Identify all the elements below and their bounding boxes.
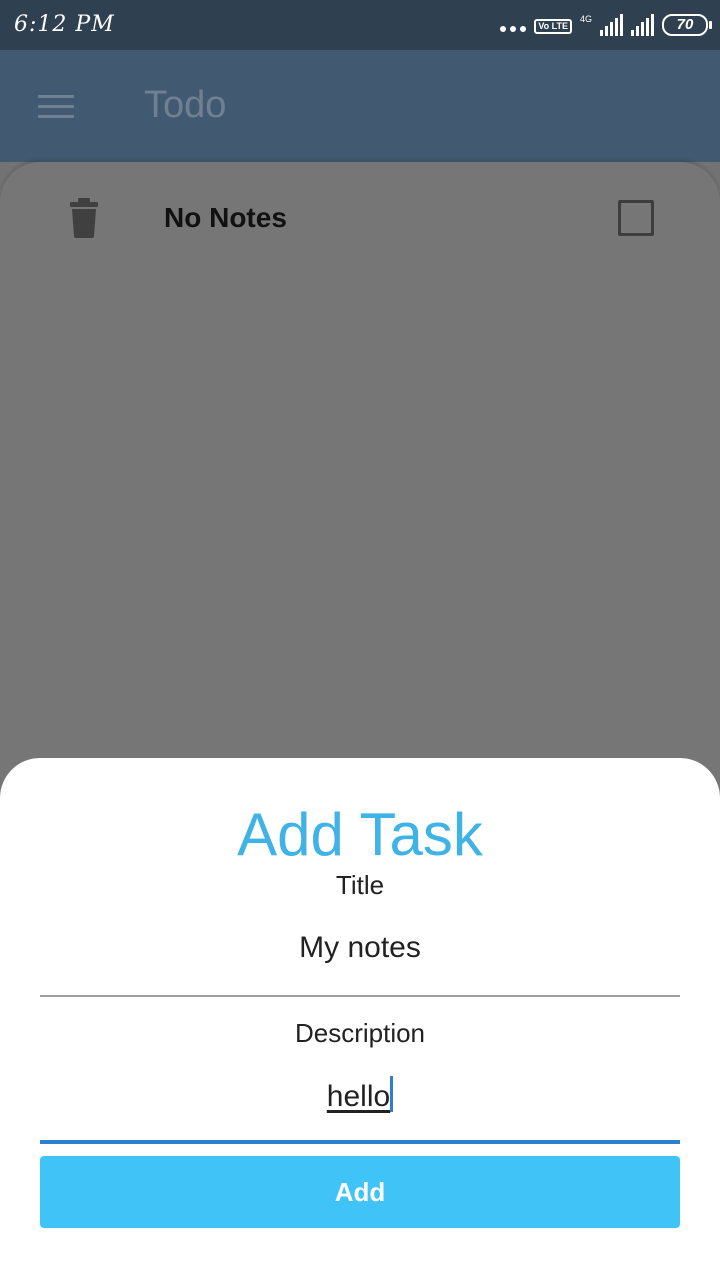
status-time: 6:12 PM bbox=[14, 12, 115, 37]
description-label: Description bbox=[294, 1018, 426, 1048]
signal-sim2-icon bbox=[631, 14, 654, 36]
status-bar: 6:12 PM Vo LTE 4G 70 bbox=[0, 0, 720, 50]
signal-sim1-icon bbox=[600, 14, 623, 36]
delete-icon[interactable] bbox=[68, 198, 100, 238]
add-task-sheet: Add Task Title Description hello Add bbox=[0, 758, 720, 1280]
note-checkbox[interactable] bbox=[618, 200, 654, 236]
app-title: Todo bbox=[144, 84, 227, 126]
network-type-icon: 4G bbox=[579, 14, 592, 24]
description-input[interactable]: hello bbox=[40, 1076, 680, 1118]
title-input[interactable] bbox=[40, 928, 680, 968]
notification-dots-icon bbox=[500, 26, 527, 38]
battery-level: 70 bbox=[676, 16, 694, 33]
sheet-heading: Add Task bbox=[237, 801, 483, 868]
volte-icon: Vo LTE bbox=[534, 19, 572, 34]
battery-icon: 70 bbox=[662, 14, 712, 36]
app-bar: Todo bbox=[0, 50, 720, 162]
empty-notes-text: No Notes bbox=[164, 202, 287, 233]
volte-label: Vo LTE bbox=[538, 21, 568, 31]
description-value: hello bbox=[326, 1080, 391, 1113]
description-underline-focused bbox=[40, 1140, 680, 1144]
text-caret bbox=[390, 1076, 394, 1112]
menu-icon[interactable] bbox=[38, 95, 74, 119]
add-button[interactable]: Add bbox=[40, 1156, 680, 1228]
title-label: Title bbox=[335, 870, 385, 900]
title-underline bbox=[40, 995, 680, 997]
status-icons: Vo LTE 4G 70 bbox=[500, 12, 712, 38]
